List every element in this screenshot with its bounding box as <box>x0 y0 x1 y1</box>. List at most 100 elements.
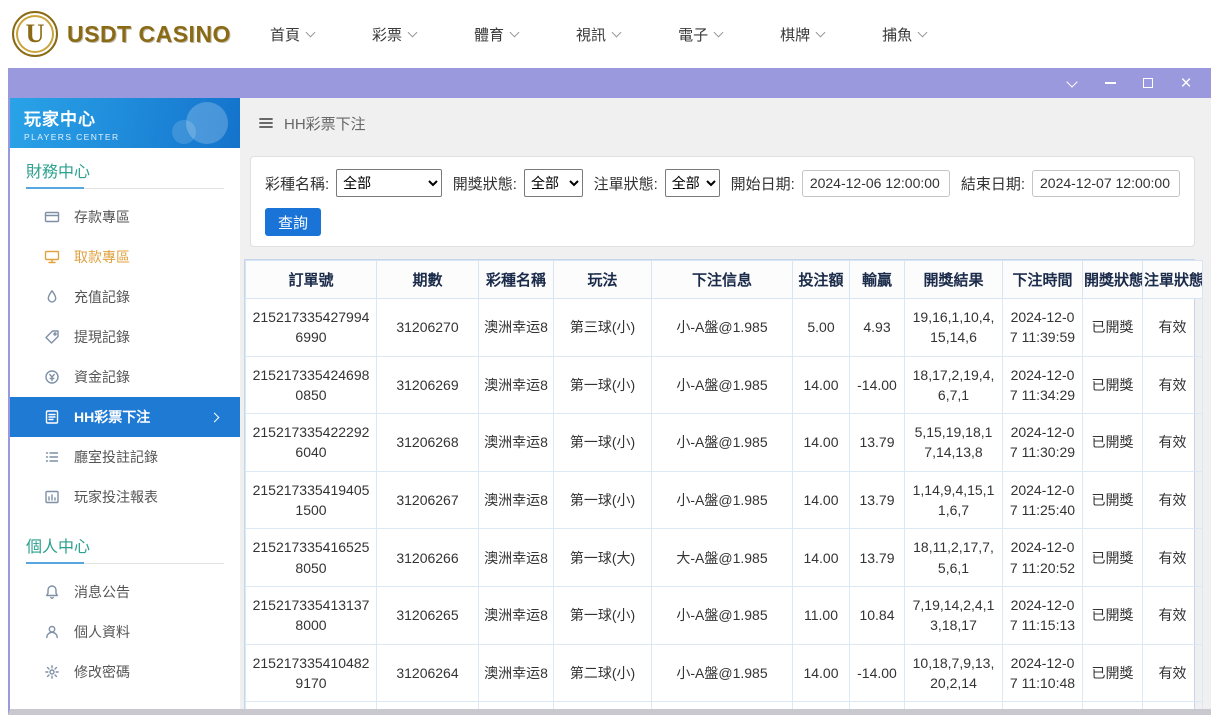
column-header: 下注時間 <box>1003 261 1083 299</box>
table-cell: 4.93 <box>850 299 905 357</box>
table-cell: 澳洲幸运8 <box>479 471 554 529</box>
bets-table-panel: 訂單號期數彩種名稱玩法下注信息投注額輸贏開獎結果下注時間開獎狀態注單狀態 215… <box>244 259 1195 709</box>
sidebar-item[interactable]: 充值記錄 <box>10 277 240 317</box>
filter-bar: 彩種名稱: 全部 開獎狀態: 全部 注單狀態: 全部 開始日期: 結束日期: <box>265 169 1180 197</box>
draw-status-label: 開獎狀態: <box>453 173 517 194</box>
table-cell: 2152173354222926040 <box>246 414 377 472</box>
table-cell: 31206267 <box>377 471 479 529</box>
table-cell: 有效 <box>1143 299 1203 357</box>
table-cell <box>850 702 905 709</box>
funds-icon <box>44 369 60 385</box>
sidebar-item[interactable]: 玩家投注報表 <box>10 477 240 517</box>
nav-item-1[interactable]: 彩票 <box>372 24 416 45</box>
end-date-label: 結束日期: <box>961 173 1025 194</box>
sidebar-item[interactable]: 取款專區 <box>10 237 240 277</box>
lottery-type-select[interactable]: 全部 <box>336 169 442 197</box>
nav-item-3[interactable]: 視訊 <box>576 24 620 45</box>
column-header: 玩法 <box>554 261 652 299</box>
nav-item-6[interactable]: 捕魚 <box>882 24 926 45</box>
nav-item-label: 首頁 <box>270 24 300 45</box>
hamburger-menu-icon[interactable] <box>258 115 274 131</box>
sidebar-item[interactable]: 提現記錄 <box>10 317 240 357</box>
sidebar-item[interactable]: 個人資料 <box>10 612 240 652</box>
sidebar: 玩家中心 PLAYERS CENTER 財務中心存款專區取款專區充值記錄提現記錄… <box>10 98 240 709</box>
table-cell: 14.00 <box>793 529 850 587</box>
chevron-down-icon <box>408 27 418 37</box>
minimize-icon <box>1105 82 1116 84</box>
sidebar-item[interactable]: 修改密碼 <box>10 652 240 692</box>
sidebar-item[interactable]: 資金記錄 <box>10 357 240 397</box>
table-cell: 澳洲幸运8 <box>479 356 554 414</box>
cashout-icon <box>44 329 60 345</box>
table-cell: 2024-12-07 11:10:48 <box>1003 644 1083 702</box>
table-cell <box>1083 702 1143 709</box>
window-minimize-button[interactable] <box>1099 73 1121 93</box>
page-header: HH彩票下注 <box>240 98 1211 148</box>
window-titlebar[interactable]: × <box>10 68 1211 98</box>
sidebar-section-label: 財務中心 <box>26 164 90 181</box>
site-logo[interactable]: U USDT CASINO <box>12 11 254 57</box>
sidebar-section-title: 財務中心 <box>26 158 224 189</box>
nav-item-label: 彩票 <box>372 24 402 45</box>
chevron-down-icon <box>918 27 928 37</box>
table-row: 215217335424698085031206269澳洲幸运8第一球(小)小-… <box>246 356 1203 414</box>
table-cell <box>479 702 554 709</box>
window-collapse-button[interactable] <box>1061 73 1083 93</box>
table-cell: 13.79 <box>850 414 905 472</box>
sidebar-item[interactable]: 消息公告 <box>10 572 240 612</box>
bet-status-select[interactable]: 全部 <box>665 169 720 197</box>
sidebar-item-label: 修改密碼 <box>74 662 130 682</box>
bank-card-icon <box>44 209 60 225</box>
nav-item-4[interactable]: 電子 <box>678 24 722 45</box>
sidebar-item[interactable]: HH彩票下注 <box>10 397 240 437</box>
table-cell: 2024-12-07 11:20:52 <box>1003 529 1083 587</box>
table-cell: 小-A盤@1.985 <box>652 299 793 357</box>
table-cell: 31206265 <box>377 586 479 644</box>
players-center-window: × 玩家中心 PLAYERS CENTER 財務中心存款專區取款專區充值記錄提現… <box>8 68 1211 715</box>
window-close-button[interactable]: × <box>1175 73 1197 93</box>
logo-badge-icon: U <box>12 11 58 57</box>
table-cell: 有效 <box>1143 471 1203 529</box>
search-button[interactable]: 查詢 <box>265 208 321 236</box>
column-header: 期數 <box>377 261 479 299</box>
table-body: 215217335427994699031206270澳洲幸运8第三球(小)小-… <box>246 299 1203 710</box>
sidebar-title: 玩家中心 <box>24 105 226 130</box>
table-cell <box>246 702 377 709</box>
withdraw-icon <box>44 249 60 265</box>
sidebar-item-label: 個人資料 <box>74 622 130 642</box>
table-cell: 已開獎 <box>1083 299 1143 357</box>
table-cell: 7,19,14,2,4,13,18,17 <box>905 586 1003 644</box>
table-row: 215217335419405150031206267澳洲幸运8第一球(小)小-… <box>246 471 1203 529</box>
sidebar-subtitle: PLAYERS CENTER <box>24 132 226 142</box>
nav-item-label: 棋牌 <box>780 24 810 45</box>
column-header: 輸贏 <box>850 261 905 299</box>
sidebar-item-label: 廳室投註記錄 <box>74 447 158 467</box>
nav-item-2[interactable]: 體育 <box>474 24 518 45</box>
logo-text: USDT CASINO <box>67 21 231 48</box>
nav-item-5[interactable]: 棋牌 <box>780 24 824 45</box>
filter-panel: 彩種名稱: 全部 開獎狀態: 全部 注單狀態: 全部 開始日期: 結束日期: 查… <box>250 156 1195 247</box>
table-cell: 11.00 <box>793 586 850 644</box>
start-date-input[interactable] <box>802 170 950 197</box>
chevron-down-icon <box>510 27 520 37</box>
sidebar-item[interactable]: 廳室投註記錄 <box>10 437 240 477</box>
sidebar-item[interactable]: 存款專區 <box>10 197 240 237</box>
table-cell: 2024-12-07 11:25:40 <box>1003 471 1083 529</box>
nav-item-0[interactable]: 首頁 <box>270 24 314 45</box>
table-cell <box>1003 702 1083 709</box>
table-cell: 31206266 <box>377 529 479 587</box>
table-cell: 已開獎 <box>1083 529 1143 587</box>
nav-item-label: 捕魚 <box>882 24 912 45</box>
draw-status-select[interactable]: 全部 <box>524 169 583 197</box>
lottery-bet-icon <box>44 409 60 425</box>
table-cell: 小-A盤@1.985 <box>652 586 793 644</box>
table-cell: 2024-12-07 11:15:13 <box>1003 586 1083 644</box>
chevron-down-icon <box>306 27 316 37</box>
window-maximize-button[interactable] <box>1137 73 1159 93</box>
table-cell: 14.00 <box>793 471 850 529</box>
end-date-input[interactable] <box>1032 170 1180 197</box>
table-cell: 2024-12-07 11:30:29 <box>1003 414 1083 472</box>
column-header: 開獎狀態 <box>1083 261 1143 299</box>
column-header: 訂單號 <box>246 261 377 299</box>
table-cell: 小-A盤@1.985 <box>652 414 793 472</box>
